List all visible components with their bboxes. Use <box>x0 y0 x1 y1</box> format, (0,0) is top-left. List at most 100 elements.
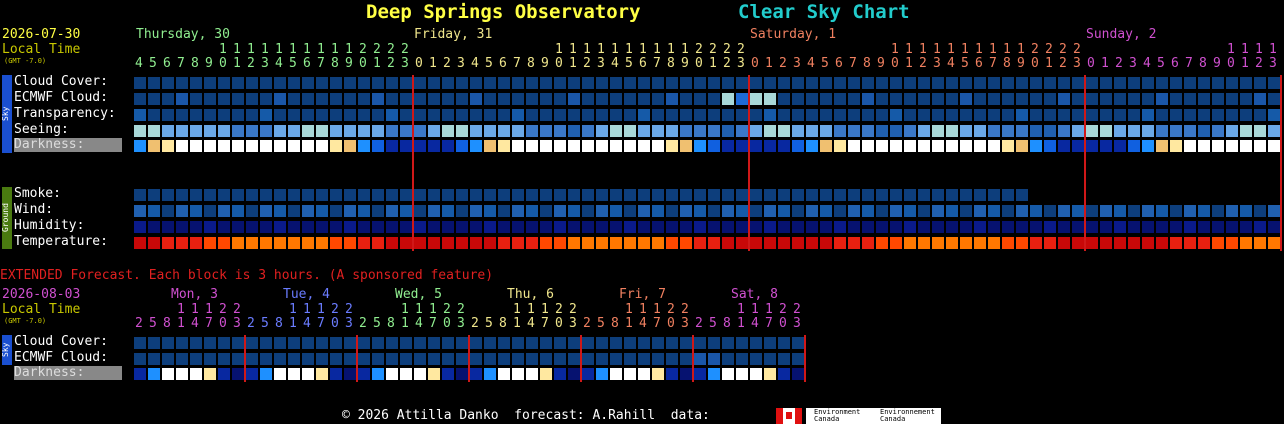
wind-cell[interactable] <box>848 205 860 217</box>
ext-ecmwf-cloud-cell[interactable] <box>456 353 468 365</box>
wind-cell[interactable] <box>904 205 916 217</box>
wind-cell[interactable] <box>946 205 958 217</box>
seeing-cell[interactable] <box>946 125 958 137</box>
temperature-cell[interactable] <box>904 237 916 249</box>
humidity-cell[interactable] <box>274 221 286 233</box>
ext-cloud-cover-cell[interactable] <box>274 337 286 349</box>
transparency-cell[interactable] <box>932 109 944 121</box>
ecmwf-cloud-cell[interactable] <box>638 93 650 105</box>
cloud-cover-cell[interactable] <box>274 77 286 89</box>
ext-ecmwf-cloud-cell[interactable] <box>288 353 300 365</box>
darkness-cell[interactable] <box>540 140 552 152</box>
smoke-cell[interactable] <box>526 189 538 201</box>
cloud-cover-cell[interactable] <box>582 77 594 89</box>
cloud-cover-cell[interactable] <box>680 77 692 89</box>
cloud-cover-cell[interactable] <box>946 77 958 89</box>
cloud-cover-cell[interactable] <box>596 77 608 89</box>
darkness-cell[interactable] <box>1156 140 1168 152</box>
wind-cell[interactable] <box>1226 205 1238 217</box>
ecmwf-cloud-cell[interactable] <box>1058 93 1070 105</box>
humidity-cell[interactable] <box>820 221 832 233</box>
humidity-cell[interactable] <box>1268 221 1280 233</box>
humidity-cell[interactable] <box>190 221 202 233</box>
smoke-cell[interactable] <box>610 189 622 201</box>
temperature-cell[interactable] <box>792 237 804 249</box>
ext-ecmwf-cloud-cell[interactable] <box>428 353 440 365</box>
humidity-cell[interactable] <box>498 221 510 233</box>
darkness-cell[interactable] <box>876 140 888 152</box>
ext-darkness-cell[interactable] <box>148 368 160 380</box>
transparency-cell[interactable] <box>162 109 174 121</box>
ecmwf-cloud-cell[interactable] <box>232 93 244 105</box>
cloud-cover-cell[interactable] <box>148 77 160 89</box>
humidity-cell[interactable] <box>526 221 538 233</box>
humidity-cell[interactable] <box>218 221 230 233</box>
seeing-cell[interactable] <box>554 125 566 137</box>
temperature-cell[interactable] <box>1016 237 1028 249</box>
temperature-cell[interactable] <box>330 237 342 249</box>
wind-cell[interactable] <box>834 205 846 217</box>
seeing-cell[interactable] <box>414 125 426 137</box>
transparency-cell[interactable] <box>456 109 468 121</box>
transparency-cell[interactable] <box>1268 109 1280 121</box>
cloud-cover-cell[interactable] <box>470 77 482 89</box>
temperature-cell[interactable] <box>1184 237 1196 249</box>
ext-ecmwf-cloud-cell[interactable] <box>498 353 510 365</box>
seeing-cell[interactable] <box>624 125 636 137</box>
extended-notice[interactable]: EXTENDED Forecast. Each block is 3 hours… <box>0 269 493 282</box>
smoke-cell[interactable] <box>680 189 692 201</box>
ext-ecmwf-cloud-cell[interactable] <box>232 353 244 365</box>
ext-cloud-cover-cell[interactable] <box>680 337 692 349</box>
cloud-cover-cell[interactable] <box>722 77 734 89</box>
seeing-cell[interactable] <box>176 125 188 137</box>
wind-cell[interactable] <box>750 205 762 217</box>
darkness-cell[interactable] <box>442 140 454 152</box>
ext-cloud-cover-cell[interactable] <box>288 337 300 349</box>
darkness-cell[interactable] <box>204 140 216 152</box>
humidity-cell[interactable] <box>162 221 174 233</box>
cloud-cover-cell[interactable] <box>330 77 342 89</box>
wind-cell[interactable] <box>512 205 524 217</box>
temperature-cell[interactable] <box>540 237 552 249</box>
darkness-cell[interactable] <box>736 140 748 152</box>
darkness-cell[interactable] <box>1198 140 1210 152</box>
seeing-cell[interactable] <box>302 125 314 137</box>
wind-cell[interactable] <box>498 205 510 217</box>
wind-cell[interactable] <box>960 205 972 217</box>
ext-darkness-cell[interactable] <box>554 368 566 380</box>
ext-ecmwf-cloud-cell[interactable] <box>610 353 622 365</box>
darkness-cell[interactable] <box>414 140 426 152</box>
wind-cell[interactable] <box>876 205 888 217</box>
cloud-cover-cell[interactable] <box>848 77 860 89</box>
smoke-cell[interactable] <box>596 189 608 201</box>
cloud-cover-cell[interactable] <box>652 77 664 89</box>
humidity-cell[interactable] <box>582 221 594 233</box>
darkness-cell[interactable] <box>1100 140 1112 152</box>
temperature-cell[interactable] <box>316 237 328 249</box>
temperature-cell[interactable] <box>1114 237 1126 249</box>
smoke-cell[interactable] <box>456 189 468 201</box>
smoke-cell[interactable] <box>484 189 496 201</box>
cloud-cover-cell[interactable] <box>960 77 972 89</box>
darkness-cell[interactable] <box>904 140 916 152</box>
humidity-cell[interactable] <box>400 221 412 233</box>
temperature-cell[interactable] <box>848 237 860 249</box>
seeing-cell[interactable] <box>820 125 832 137</box>
cloud-cover-cell[interactable] <box>162 77 174 89</box>
wind-cell[interactable] <box>554 205 566 217</box>
ext-darkness-cell[interactable] <box>582 368 594 380</box>
ext-darkness-cell[interactable] <box>470 368 482 380</box>
humidity-cell[interactable] <box>148 221 160 233</box>
temperature-cell[interactable] <box>414 237 426 249</box>
darkness-cell[interactable] <box>1128 140 1140 152</box>
darkness-cell[interactable] <box>1240 140 1252 152</box>
temperature-cell[interactable] <box>1142 237 1154 249</box>
wind-cell[interactable] <box>1198 205 1210 217</box>
smoke-cell[interactable] <box>946 189 958 201</box>
cloud-cover-cell[interactable] <box>1198 77 1210 89</box>
seeing-cell[interactable] <box>960 125 972 137</box>
darkness-cell[interactable] <box>932 140 944 152</box>
ext-darkness-cell[interactable] <box>302 368 314 380</box>
seeing-cell[interactable] <box>274 125 286 137</box>
smoke-cell[interactable] <box>582 189 594 201</box>
